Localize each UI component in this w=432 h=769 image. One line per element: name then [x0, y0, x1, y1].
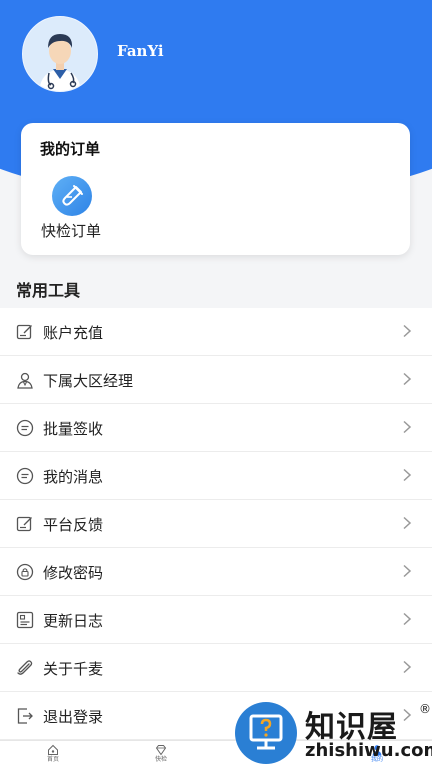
watermark-registered: ®: [419, 702, 431, 716]
watermark-logo: [235, 702, 297, 764]
chevron-right-icon: [403, 372, 412, 386]
list-item-label: 平台反馈: [43, 516, 104, 534]
home-icon: [48, 744, 58, 755]
edit-icon: [16, 516, 32, 532]
list-item-about[interactable]: 关于千麦: [0, 644, 432, 692]
watermark: 知识屋 ® zhishiwu.com: [233, 700, 432, 768]
list-item-change-password[interactable]: 修改密码: [0, 548, 432, 596]
diamond-icon: [155, 745, 167, 756]
user-icon: [17, 372, 33, 389]
list-item-account-recharge[interactable]: 账户充值: [0, 308, 432, 356]
chevron-right-icon: [403, 612, 412, 626]
list-item-label: 下属大区经理: [43, 372, 134, 390]
list-item-label: 退出登录: [43, 708, 104, 726]
tab-home[interactable]: 首页: [33, 744, 73, 764]
doctor-avatar-icon: [39, 34, 81, 91]
list-item-my-messages[interactable]: 我的消息: [0, 452, 432, 500]
chevron-right-icon: [403, 660, 412, 674]
lock-icon: [16, 563, 34, 581]
chevron-right-icon: [403, 468, 412, 482]
watermark-url: zhishiwu.com: [305, 740, 432, 761]
monitor-question-icon: [249, 714, 283, 750]
message-icon: [16, 419, 34, 437]
avatar[interactable]: [22, 16, 98, 92]
chevron-right-icon: [403, 516, 412, 530]
chevron-right-icon: [403, 324, 412, 338]
quick-check-orders-button[interactable]: 快检订单: [41, 220, 101, 241]
logout-icon: [17, 708, 33, 724]
list-item-batch-sign[interactable]: 批量签收: [0, 404, 432, 452]
test-tube-icon[interactable]: [52, 176, 92, 216]
list-item-label: 修改密码: [43, 564, 104, 582]
tab-label: 快检: [154, 756, 167, 763]
list-item-platform-feedback[interactable]: 平台反馈: [0, 500, 432, 548]
chevron-right-icon: [403, 564, 412, 578]
list-item-label: 批量签收: [43, 420, 104, 438]
list-item-label: 关于千麦: [43, 660, 104, 678]
tab-label: 首页: [46, 756, 59, 763]
common-tools-title: 常用工具: [16, 281, 81, 300]
tab-quick-check[interactable]: 快检: [141, 744, 181, 764]
list-item-label: 我的消息: [43, 468, 104, 486]
list-item-regional-managers[interactable]: 下属大区经理: [0, 356, 432, 404]
my-orders-title: 我的订单: [40, 140, 101, 158]
username: FanYi: [117, 42, 164, 60]
tools-list: 账户充值 下属大区经理 批量签收 我的消息 平台反馈 修改密码 更新日志 关于千…: [0, 308, 432, 740]
log-icon: [16, 611, 34, 629]
list-item-label: 账户充值: [43, 324, 104, 342]
list-item-label: 更新日志: [43, 612, 104, 630]
message-icon: [16, 467, 34, 485]
edit-icon: [16, 324, 32, 340]
my-orders-card: 我的订单 快检订单: [21, 123, 410, 255]
list-item-update-log[interactable]: 更新日志: [0, 596, 432, 644]
chevron-right-icon: [403, 420, 412, 434]
paperclip-icon: [17, 660, 33, 675]
